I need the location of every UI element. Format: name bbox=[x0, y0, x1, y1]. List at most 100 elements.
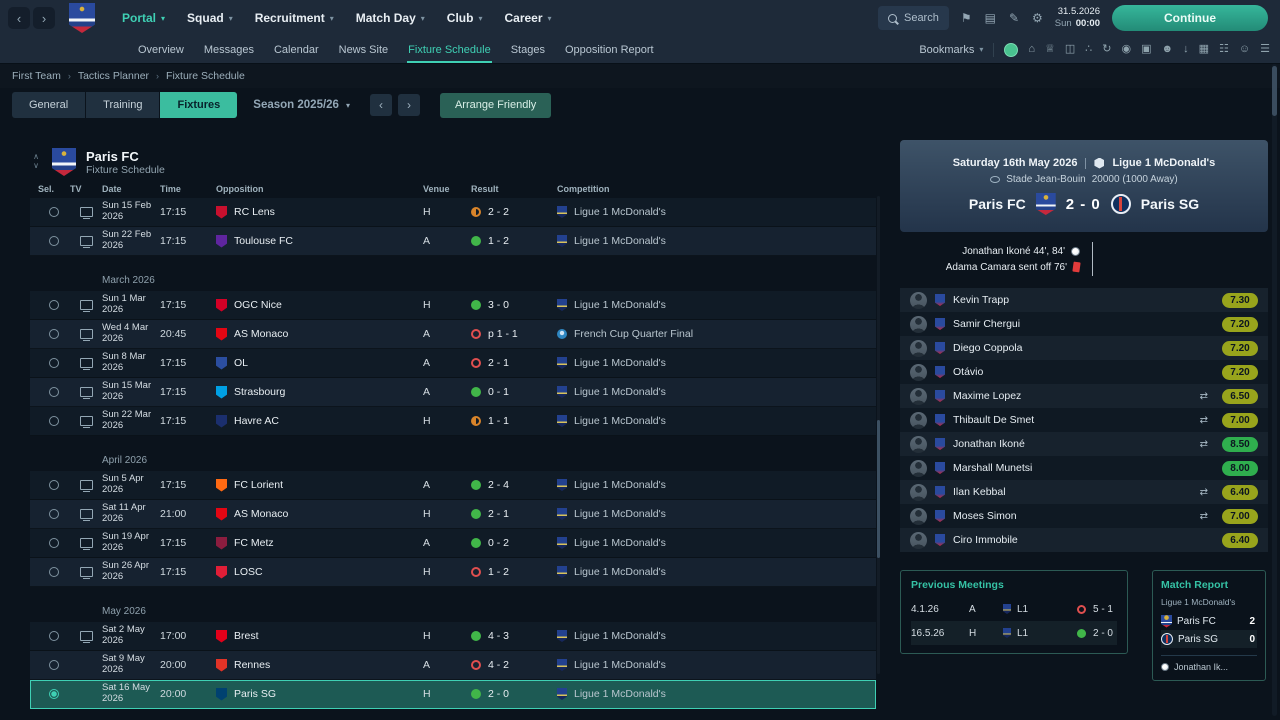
league-table-icon[interactable]: ☷ bbox=[1219, 44, 1229, 55]
player-rating-row[interactable]: Jonathan Ikoné ⇄ 8.50 bbox=[900, 432, 1268, 456]
fixture-select-radio[interactable] bbox=[49, 300, 59, 310]
fixture-select-radio[interactable] bbox=[49, 689, 59, 699]
shirt-icon[interactable]: ◫ bbox=[1065, 44, 1075, 55]
bookmarks-dropdown[interactable]: Bookmarks ▾ bbox=[919, 44, 983, 56]
fixture-row[interactable]: Sun 19 Apr 2026 17:15 FC Metz A 0 - 2 Ligue 1… bbox=[30, 529, 876, 558]
fixture-row[interactable]: Sun 22 Feb 2026 17:15 Toulouse FC A 1 - 2 Lig… bbox=[30, 227, 876, 256]
next-season-button[interactable]: › bbox=[397, 94, 420, 116]
player-rating-row[interactable]: Thibault De Smet ⇄ 7.00 bbox=[900, 408, 1268, 432]
fixture-row[interactable]: Sun 15 Feb 2026 17:15 RC Lens H 2 - 2 Ligue 1… bbox=[30, 198, 876, 227]
fixture-select-radio[interactable] bbox=[49, 660, 59, 670]
continue-button[interactable]: Continue bbox=[1112, 5, 1268, 31]
subnav-item-opposition-report[interactable]: Opposition Report bbox=[555, 36, 664, 63]
settings-icon[interactable]: ⚙ bbox=[1032, 11, 1043, 25]
player-rating-row[interactable]: Diego Coppola 7.20 bbox=[900, 336, 1268, 360]
menu-icon[interactable]: ☰ bbox=[1260, 44, 1270, 55]
player-rating-row[interactable]: Samir Chergui 7.20 bbox=[900, 312, 1268, 336]
fixture-row[interactable]: Sun 8 Mar 2026 17:15 OL A 2 - 1 Ligue 1 McDon… bbox=[30, 349, 876, 378]
fixture-select-radio[interactable] bbox=[49, 480, 59, 490]
page-scrollbar-thumb[interactable] bbox=[1272, 66, 1277, 116]
player-rating-row[interactable]: Otávio 7.20 bbox=[900, 360, 1268, 384]
refresh-icon[interactable]: ↻ bbox=[1102, 44, 1111, 55]
column-header-tv[interactable]: TV bbox=[70, 184, 102, 194]
back-button[interactable]: ‹ bbox=[8, 7, 30, 29]
menu-item-career[interactable]: Career ▾ bbox=[493, 0, 562, 36]
menu-item-club[interactable]: Club ▾ bbox=[436, 0, 494, 36]
medal-icon[interactable]: ◉ bbox=[1122, 44, 1132, 55]
breadcrumb-item-fixture-schedule[interactable]: Fixture Schedule bbox=[166, 70, 245, 82]
fixture-select-radio[interactable] bbox=[49, 358, 59, 368]
fixture-select-radio[interactable] bbox=[49, 631, 59, 641]
column-header-time[interactable]: Time bbox=[160, 184, 216, 194]
home-icon[interactable]: ⌂ bbox=[1028, 44, 1035, 55]
fixture-row[interactable]: Sat 16 May 2026 20:00 Paris SG H 2 - 0 Ligue … bbox=[30, 680, 876, 709]
column-header-date[interactable]: Date bbox=[102, 184, 160, 194]
fixture-row[interactable]: Sun 5 Apr 2026 17:15 FC Lorient A 2 - 4 Ligue… bbox=[30, 471, 876, 500]
player-rating-row[interactable]: Ilan Kebbal ⇄ 6.40 bbox=[900, 480, 1268, 504]
menu-item-squad[interactable]: Squad ▾ bbox=[176, 0, 244, 36]
column-header-opposition[interactable]: Opposition bbox=[216, 184, 423, 194]
collapse-toggle[interactable]: ∧ ∨ bbox=[30, 152, 42, 171]
search-input[interactable]: Search bbox=[877, 6, 949, 30]
tab-general[interactable]: General bbox=[12, 92, 87, 118]
tactics-icon[interactable]: ∴ bbox=[1085, 44, 1092, 55]
menu-item-recruitment[interactable]: Recruitment ▾ bbox=[244, 0, 345, 36]
fixture-row[interactable]: Sun 26 Apr 2026 17:15 LOSC H 1 - 2 Ligue 1 Mc… bbox=[30, 558, 876, 587]
fixture-row[interactable]: Sat 9 May 2026 20:00 Rennes A 4 - 2 Ligue 1 M… bbox=[30, 651, 876, 680]
match-report-box[interactable]: Match Report Ligue 1 McDonald's Paris FC… bbox=[1152, 570, 1266, 681]
previous-meeting-row[interactable]: 4.1.26 A L1 5 - 1 bbox=[911, 597, 1117, 621]
fixture-row[interactable]: Wed 4 Mar 2026 20:45 AS Monaco Ap 1 - 1 Fren… bbox=[30, 320, 876, 349]
table-scrollbar[interactable] bbox=[877, 196, 880, 674]
fixture-select-radio[interactable] bbox=[49, 236, 59, 246]
fixture-select-radio[interactable] bbox=[49, 329, 59, 339]
bookmark-icon[interactable]: ⚑ bbox=[961, 11, 972, 25]
column-header-sel[interactable]: Sel. bbox=[38, 184, 70, 194]
subnav-item-messages[interactable]: Messages bbox=[194, 36, 264, 63]
trophy-icon[interactable]: ♕ bbox=[1045, 44, 1055, 55]
player-rating-row[interactable]: Moses Simon ⇄ 7.00 bbox=[900, 504, 1268, 528]
fixture-row[interactable]: Sat 11 Apr 2026 21:00 AS Monaco H 2 - 1 Ligue… bbox=[30, 500, 876, 529]
player-rating-row[interactable]: Ciro Immobile 6.40 bbox=[900, 528, 1268, 552]
menu-item-match-day[interactable]: Match Day ▾ bbox=[345, 0, 436, 36]
subnav-item-news-site[interactable]: News Site bbox=[329, 36, 399, 63]
match-summary-card[interactable]: Saturday 16th May 2026 Ligue 1 McDonald'… bbox=[900, 140, 1268, 232]
tab-fixtures[interactable]: Fixtures bbox=[160, 92, 238, 118]
player-rating-row[interactable]: Maxime Lopez ⇄ 6.50 bbox=[900, 384, 1268, 408]
fixture-select-radio[interactable] bbox=[49, 207, 59, 217]
menu-item-portal[interactable]: Portal ▾ bbox=[111, 0, 176, 36]
edit-icon[interactable]: ✎ bbox=[1009, 11, 1019, 25]
calendar-icon[interactable]: ▦ bbox=[1199, 44, 1209, 55]
tab-training[interactable]: Training bbox=[86, 92, 161, 118]
subnav-item-fixture-schedule[interactable]: Fixture Schedule bbox=[398, 36, 501, 63]
table-scrollbar-thumb[interactable] bbox=[877, 420, 880, 558]
fixture-select-radio[interactable] bbox=[49, 416, 59, 426]
kit-icon[interactable]: ▣ bbox=[1141, 44, 1151, 55]
column-header-result[interactable]: Result bbox=[471, 184, 557, 194]
squad-icon[interactable]: ☻ bbox=[1162, 44, 1174, 55]
fixture-select-radio[interactable] bbox=[49, 567, 59, 577]
breadcrumb-item-first-team[interactable]: First Team bbox=[12, 70, 61, 82]
season-selector[interactable]: Season 2025/26 ▾ bbox=[253, 99, 350, 111]
previous-meeting-row[interactable]: 16.5.26 H L1 2 - 0 bbox=[911, 621, 1117, 645]
previous-season-button[interactable]: ‹ bbox=[369, 94, 392, 116]
player-rating-row[interactable]: Kevin Trapp 7.30 bbox=[900, 288, 1268, 312]
player-rating-row[interactable]: Marshall Munetsi 8.00 bbox=[900, 456, 1268, 480]
fixture-row[interactable]: Sun 15 Mar 2026 17:15 Strasbourg A 0 - 1 Ligu… bbox=[30, 378, 876, 407]
forward-button[interactable]: › bbox=[33, 7, 55, 29]
fixture-select-radio[interactable] bbox=[49, 509, 59, 519]
manager-avatar-icon[interactable] bbox=[1004, 42, 1019, 57]
breadcrumb-item-tactics-planner[interactable]: Tactics Planner bbox=[78, 70, 149, 82]
subnav-item-stages[interactable]: Stages bbox=[501, 36, 555, 63]
fixture-row[interactable]: Sun 1 Mar 2026 17:15 OGC Nice H 3 - 0 Ligue 1… bbox=[30, 291, 876, 320]
fixture-select-radio[interactable] bbox=[49, 538, 59, 548]
column-header-venue[interactable]: Venue bbox=[423, 184, 471, 194]
staff-icon[interactable]: ☺ bbox=[1239, 44, 1250, 55]
fixture-row[interactable]: Sun 22 Mar 2026 17:15 Havre AC H 1 - 1 Ligue … bbox=[30, 407, 876, 436]
fixture-row[interactable]: Sat 2 May 2026 17:00 Brest H 4 - 3 Ligue 1 Mc… bbox=[30, 622, 876, 651]
notes-icon[interactable]: ▤ bbox=[985, 11, 996, 25]
subnav-item-calendar[interactable]: Calendar bbox=[264, 36, 329, 63]
download-icon[interactable]: ↓ bbox=[1183, 44, 1189, 55]
page-scrollbar[interactable] bbox=[1272, 64, 1277, 716]
fixture-select-radio[interactable] bbox=[49, 387, 59, 397]
column-header-competition[interactable]: Competition bbox=[557, 184, 876, 194]
